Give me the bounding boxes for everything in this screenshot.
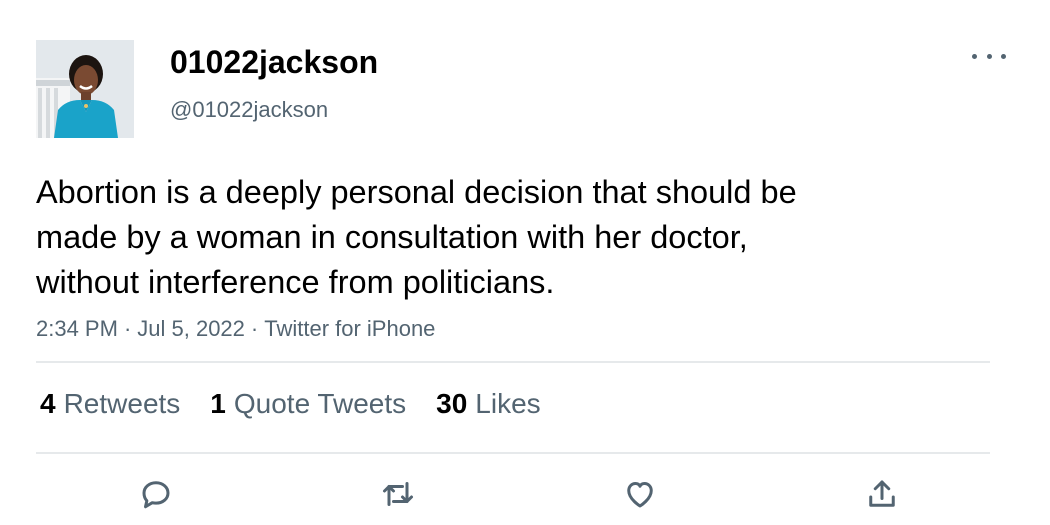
retweet-button[interactable] — [378, 474, 418, 514]
tweet-stats: 4 Retweets 1 Quote Tweets 30 Likes — [40, 388, 541, 420]
avatar[interactable] — [36, 40, 134, 138]
tweet-time[interactable]: 2:34 PM — [36, 316, 118, 342]
retweets-stat[interactable]: 4 Retweets — [40, 388, 180, 420]
retweets-count: 4 — [40, 388, 56, 419]
retweets-label: Retweets — [63, 388, 181, 419]
share-icon — [869, 480, 895, 507]
reply-icon — [142, 481, 170, 509]
likes-stat[interactable]: 30 Likes — [436, 388, 541, 420]
quote-tweets-stat[interactable]: 1 Quote Tweets — [210, 388, 406, 420]
tweet-meta: 2:34 PM · Jul 5, 2022 · Twitter for iPho… — [36, 316, 435, 342]
divider — [36, 361, 990, 363]
dot — [972, 53, 977, 59]
like-button[interactable] — [620, 474, 660, 514]
user-handle[interactable]: @01022jackson — [170, 97, 328, 123]
tweet-date[interactable]: Jul 5, 2022 — [137, 316, 245, 342]
reply-button[interactable] — [136, 474, 176, 514]
tweet-actions — [36, 470, 990, 520]
heart-icon — [627, 482, 653, 508]
quote-tweets-label: Quote Tweets — [233, 388, 407, 419]
meta-separator: · — [250, 316, 259, 341]
more-options-icon[interactable] — [972, 44, 1006, 68]
dot — [1001, 53, 1006, 59]
display-name[interactable]: 01022jackson — [170, 44, 378, 81]
likes-label: Likes — [475, 388, 541, 419]
tweet-text: Abortion is a deeply personal decision t… — [36, 174, 797, 300]
quote-tweets-count: 1 — [210, 388, 226, 419]
retweet-icon — [383, 482, 413, 506]
dot — [986, 53, 992, 59]
share-button[interactable] — [862, 474, 902, 514]
divider — [36, 452, 990, 454]
likes-count: 30 — [436, 388, 468, 419]
meta-separator: · — [123, 316, 132, 341]
tweet-source[interactable]: Twitter for iPhone — [264, 316, 435, 342]
